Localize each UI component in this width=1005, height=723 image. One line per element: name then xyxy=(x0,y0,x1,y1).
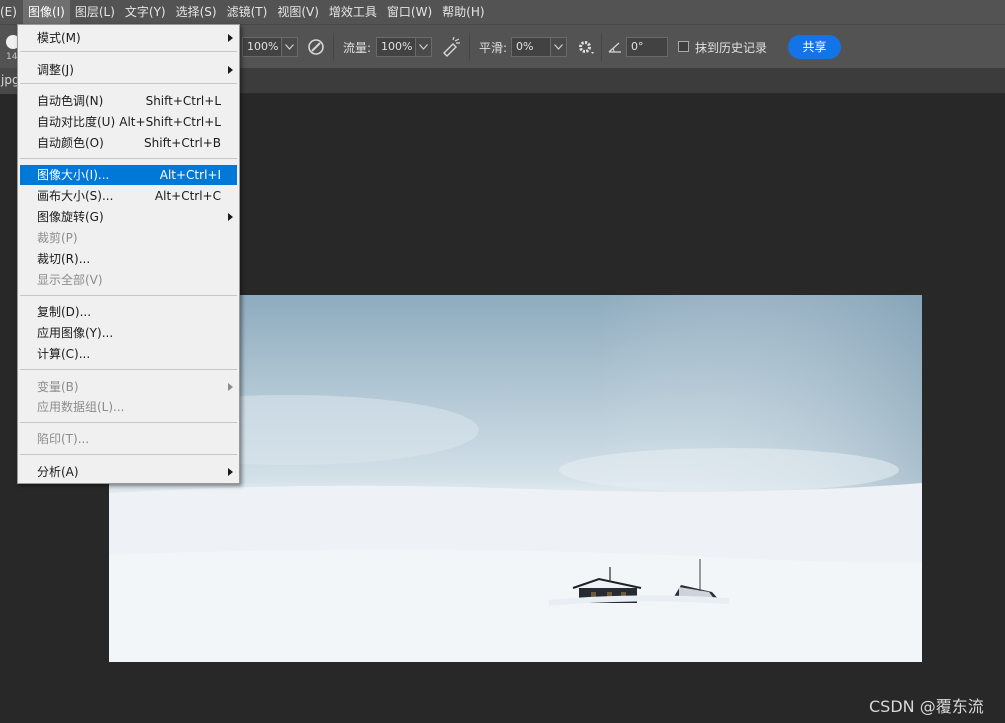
menu-separator xyxy=(20,158,237,159)
opacity-field[interactable]: 100% xyxy=(242,37,282,57)
menu-item-auto-contrast[interactable]: 自动对比度(U) Alt+Shift+Ctrl+L xyxy=(20,112,237,132)
menu-separator xyxy=(20,454,237,455)
brush-size-label: 14 xyxy=(6,52,18,62)
watermark: CSDN @覆东流 xyxy=(869,697,984,716)
menu-bar: (E) 图像(I) 图层(L) 文字(Y) 选择(S) 滤镜(T) 视图(V) … xyxy=(0,0,1005,24)
menu-item-analysis[interactable]: 分析(A) xyxy=(20,462,237,482)
chevron-down-icon xyxy=(554,44,563,50)
menu-plugins[interactable]: 增效工具 xyxy=(324,0,382,24)
menu-item-shortcut: Alt+Shift+Ctrl+L xyxy=(119,115,221,129)
smoothing-label: 平滑: xyxy=(479,41,508,55)
menu-item-shortcut: Shift+Ctrl+B xyxy=(144,136,221,150)
menu-select[interactable]: 选择(S) xyxy=(171,0,222,24)
menu-item-canvas-size[interactable]: 画布大小(S)... Alt+Ctrl+C xyxy=(20,186,237,206)
menu-item-image-rotation[interactable]: 图像旋转(G) xyxy=(20,207,237,227)
menu-item-label: 计算(C)... xyxy=(37,347,91,361)
menu-type[interactable]: 文字(Y) xyxy=(120,0,171,24)
menu-item-duplicate[interactable]: 复制(D)... xyxy=(20,302,237,322)
menu-item-label: 裁剪(P) xyxy=(37,231,78,245)
image-menu-dropdown: 模式(M) 调整(J) 自动色调(N) Shift+Ctrl+L 自动对比度(U… xyxy=(17,24,240,484)
menu-item-label: 陷印(T)... xyxy=(37,432,90,446)
menu-item-trap: 陷印(T)... xyxy=(20,429,237,449)
menu-item-shortcut: Alt+Ctrl+I xyxy=(159,168,221,182)
menu-item-auto-tone[interactable]: 自动色调(N) Shift+Ctrl+L xyxy=(20,91,237,111)
menu-item-calculations[interactable]: 计算(C)... xyxy=(20,344,237,364)
menu-item-apply-data-set: 应用数据组(L)... xyxy=(20,397,237,417)
menu-item-shortcut: Alt+Ctrl+C xyxy=(154,189,221,203)
divider xyxy=(469,33,470,61)
erase-history-label: 抹到历史记录 xyxy=(695,41,768,55)
menu-item-label: 图像旋转(G) xyxy=(37,210,104,224)
menu-item-label: 模式(M) xyxy=(37,31,81,45)
menu-item-label: 自动对比度(U) xyxy=(37,115,116,129)
opacity-dropdown[interactable] xyxy=(282,37,298,57)
chevron-down-icon xyxy=(285,44,294,50)
menu-item-label: 画布大小(S)... xyxy=(37,189,114,203)
gear-icon[interactable] xyxy=(576,37,596,57)
menu-item-label: 应用数据组(L)... xyxy=(37,400,125,414)
menu-item-label: 自动色调(N) xyxy=(37,94,104,108)
airbrush-icon[interactable] xyxy=(441,36,461,57)
submenu-arrow-icon xyxy=(228,468,233,476)
submenu-arrow-icon xyxy=(228,383,233,391)
menu-filter[interactable]: 滤镜(T) xyxy=(222,0,273,24)
angle-icon xyxy=(606,37,626,57)
menu-item-label: 调整(J) xyxy=(37,63,74,77)
submenu-arrow-icon xyxy=(228,34,233,42)
chevron-down-icon xyxy=(419,44,428,50)
menu-item-label: 分析(A) xyxy=(37,465,79,479)
menu-item-crop: 裁剪(P) xyxy=(20,228,237,248)
menu-edit[interactable]: (E) xyxy=(0,0,23,24)
menu-separator xyxy=(20,295,237,296)
menu-item-adjustments[interactable]: 调整(J) xyxy=(20,60,237,80)
menu-item-mode[interactable]: 模式(M) xyxy=(20,28,237,48)
flow-dropdown[interactable] xyxy=(416,37,432,57)
menu-item-image-size[interactable]: 图像大小(I)... Alt+Ctrl+I xyxy=(20,165,237,185)
menu-separator xyxy=(20,83,237,84)
menu-item-label: 应用图像(Y)... xyxy=(37,326,114,340)
menu-item-label: 复制(D)... xyxy=(37,305,92,319)
menu-image[interactable]: 图像(I) xyxy=(22,0,70,24)
flow-label: 流量: xyxy=(343,41,372,55)
menu-item-auto-color[interactable]: 自动颜色(O) Shift+Ctrl+B xyxy=(20,133,237,153)
menu-separator xyxy=(20,422,237,423)
menu-window[interactable]: 窗口(W) xyxy=(382,0,437,24)
menu-item-trim[interactable]: 裁切(R)... xyxy=(20,249,237,269)
menu-item-apply-image[interactable]: 应用图像(Y)... xyxy=(20,323,237,343)
flow-field[interactable]: 100% xyxy=(376,37,416,57)
submenu-arrow-icon xyxy=(228,213,233,221)
smoothing-field[interactable]: 0% xyxy=(511,37,551,57)
divider xyxy=(601,33,602,61)
menu-item-label: 变量(B) xyxy=(37,380,79,394)
menu-item-variables: 变量(B) xyxy=(20,377,237,397)
menu-view[interactable]: 视图(V) xyxy=(272,0,324,24)
smoothing-dropdown[interactable] xyxy=(551,37,567,57)
menu-help[interactable]: 帮助(H) xyxy=(437,0,489,24)
share-button[interactable]: 共享 xyxy=(788,35,841,59)
menu-item-reveal-all: 显示全部(V) xyxy=(20,270,237,290)
menu-separator xyxy=(20,369,237,370)
pressure-opacity-icon[interactable] xyxy=(306,37,326,57)
submenu-arrow-icon xyxy=(228,66,233,74)
menu-item-shortcut: Shift+Ctrl+L xyxy=(145,94,221,108)
erase-history-checkbox[interactable] xyxy=(678,41,689,52)
divider xyxy=(333,33,334,61)
menu-item-label: 显示全部(V) xyxy=(37,273,103,287)
menu-separator xyxy=(20,51,237,52)
menu-item-label: 裁切(R)... xyxy=(37,252,91,266)
angle-field[interactable]: 0° xyxy=(626,37,668,57)
menu-item-label: 图像大小(I)... xyxy=(37,168,110,182)
menu-layer[interactable]: 图层(L) xyxy=(70,0,120,24)
menu-item-label: 自动颜色(O) xyxy=(37,136,104,150)
